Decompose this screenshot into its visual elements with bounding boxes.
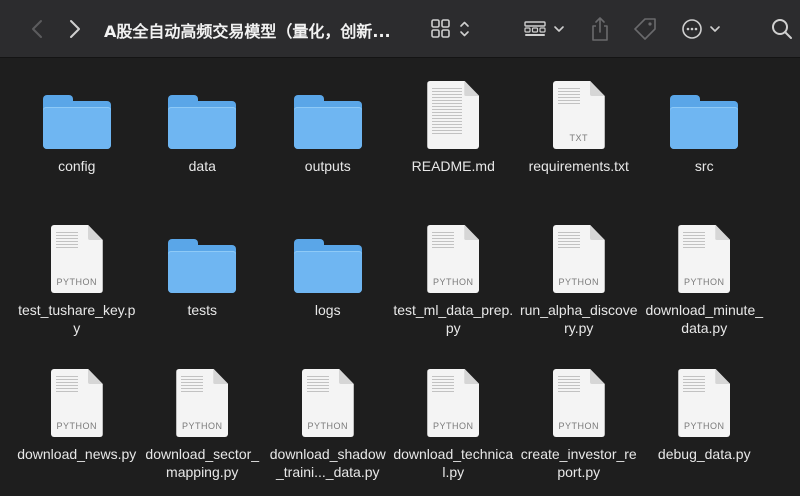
folder-item[interactable]: tests bbox=[140, 217, 266, 361]
file-item[interactable]: TXT requirements.txt bbox=[516, 73, 642, 217]
item-name: README.md bbox=[411, 158, 495, 174]
document-icon: PYTHON bbox=[427, 369, 480, 437]
item-name: download_technical.py bbox=[393, 446, 514, 480]
folder-icon bbox=[293, 95, 362, 149]
item-name: logs bbox=[314, 302, 341, 318]
folder-icon bbox=[293, 239, 362, 293]
item-name: download_shadow_traini..._data.py bbox=[269, 446, 386, 480]
view-mode-button[interactable] bbox=[428, 15, 476, 43]
item-name: download_sector_mapping.py bbox=[145, 446, 260, 480]
item-name: debug_data.py bbox=[657, 446, 751, 462]
file-item[interactable]: PYTHON create_investor_report.py bbox=[516, 361, 642, 496]
item-name: create_investor_report.py bbox=[520, 446, 637, 480]
document-icon: PYTHON bbox=[301, 369, 354, 437]
document-icon: PYTHON bbox=[678, 225, 731, 293]
file-item[interactable]: PYTHON run_alpha_discovery.py bbox=[516, 217, 642, 361]
group-button[interactable] bbox=[520, 15, 570, 43]
file-type-label: PYTHON bbox=[432, 277, 474, 287]
item-name: download_news.py bbox=[17, 446, 137, 462]
file-type-label: PYTHON bbox=[56, 277, 97, 287]
file-type-label: PYTHON bbox=[56, 421, 97, 431]
share-button[interactable] bbox=[587, 14, 613, 44]
grid-view-icon bbox=[431, 19, 469, 38]
document-icon bbox=[427, 81, 480, 149]
file-type-label: PYTHON bbox=[558, 277, 599, 287]
folder-item[interactable]: data bbox=[140, 73, 266, 217]
more-icon bbox=[682, 19, 720, 39]
file-type-label: PYTHON bbox=[432, 421, 474, 431]
item-name: download_minute_data.py bbox=[645, 302, 764, 336]
folder-icon bbox=[168, 95, 237, 149]
file-grid: config data outputs README.md TXT requir… bbox=[14, 73, 794, 496]
file-type-label: PYTHON bbox=[307, 421, 348, 431]
file-item[interactable]: PYTHON download_minute_data.py bbox=[642, 217, 768, 361]
document-icon: PYTHON bbox=[552, 369, 605, 437]
folder-icon bbox=[168, 239, 237, 293]
file-browser: config data outputs README.md TXT requir… bbox=[0, 59, 800, 496]
folder-item[interactable]: src bbox=[642, 73, 768, 217]
file-item[interactable]: PYTHON download_news.py bbox=[14, 361, 140, 496]
file-item[interactable]: PYTHON test_ml_data_prep.py bbox=[391, 217, 517, 361]
more-actions-button[interactable] bbox=[678, 14, 726, 44]
tag-button[interactable] bbox=[630, 14, 660, 44]
folder-icon bbox=[670, 95, 739, 149]
file-type-label: PYTHON bbox=[558, 421, 599, 431]
file-item[interactable]: PYTHON download_shadow_traini..._data.py bbox=[265, 361, 391, 496]
document-icon: TXT bbox=[552, 81, 605, 149]
document-icon: PYTHON bbox=[552, 225, 605, 293]
search-icon bbox=[772, 19, 792, 39]
folder-item[interactable]: config bbox=[14, 73, 140, 217]
file-item[interactable]: PYTHON debug_data.py bbox=[642, 361, 768, 496]
file-item[interactable]: PYTHON download_technical.py bbox=[391, 361, 517, 496]
document-icon: PYTHON bbox=[427, 225, 480, 293]
item-name: run_alpha_discovery.py bbox=[519, 302, 638, 336]
folder-item[interactable]: outputs bbox=[265, 73, 391, 217]
file-type-label: PYTHON bbox=[683, 277, 725, 287]
share-icon bbox=[592, 17, 608, 41]
item-name: requirements.txt bbox=[528, 158, 629, 174]
folder-item[interactable]: logs bbox=[265, 217, 391, 361]
chevron-right-icon[interactable] bbox=[64, 16, 86, 42]
item-name: test_ml_data_prep.py bbox=[393, 302, 514, 336]
item-name: tests bbox=[187, 302, 218, 318]
item-name: data bbox=[188, 158, 216, 174]
document-icon: PYTHON bbox=[50, 369, 103, 437]
document-icon: PYTHON bbox=[50, 225, 103, 293]
item-name: src bbox=[694, 158, 714, 174]
file-item[interactable]: README.md bbox=[391, 73, 517, 217]
file-item[interactable]: PYTHON download_sector_mapping.py bbox=[140, 361, 266, 496]
finder-toolbar: A股全自动高频交易模型（量化，创新... bbox=[0, 0, 800, 58]
chevron-left-icon[interactable] bbox=[26, 16, 48, 42]
window-title: A股全自动高频交易模型（量化，创新... bbox=[104, 22, 391, 40]
item-name: outputs bbox=[304, 158, 351, 174]
file-type-label: PYTHON bbox=[181, 421, 223, 431]
group-icon bbox=[524, 21, 564, 36]
search-button[interactable] bbox=[768, 14, 796, 44]
file-item[interactable]: PYTHON test_tushare_key.py bbox=[14, 217, 140, 361]
file-type-label: TXT bbox=[569, 133, 588, 143]
folder-icon bbox=[42, 95, 111, 149]
item-name: test_tushare_key.py bbox=[18, 302, 136, 336]
file-type-label: PYTHON bbox=[683, 421, 725, 431]
tag-icon bbox=[634, 18, 656, 40]
document-icon: PYTHON bbox=[678, 369, 731, 437]
item-name: config bbox=[58, 158, 96, 174]
document-icon: PYTHON bbox=[176, 369, 229, 437]
